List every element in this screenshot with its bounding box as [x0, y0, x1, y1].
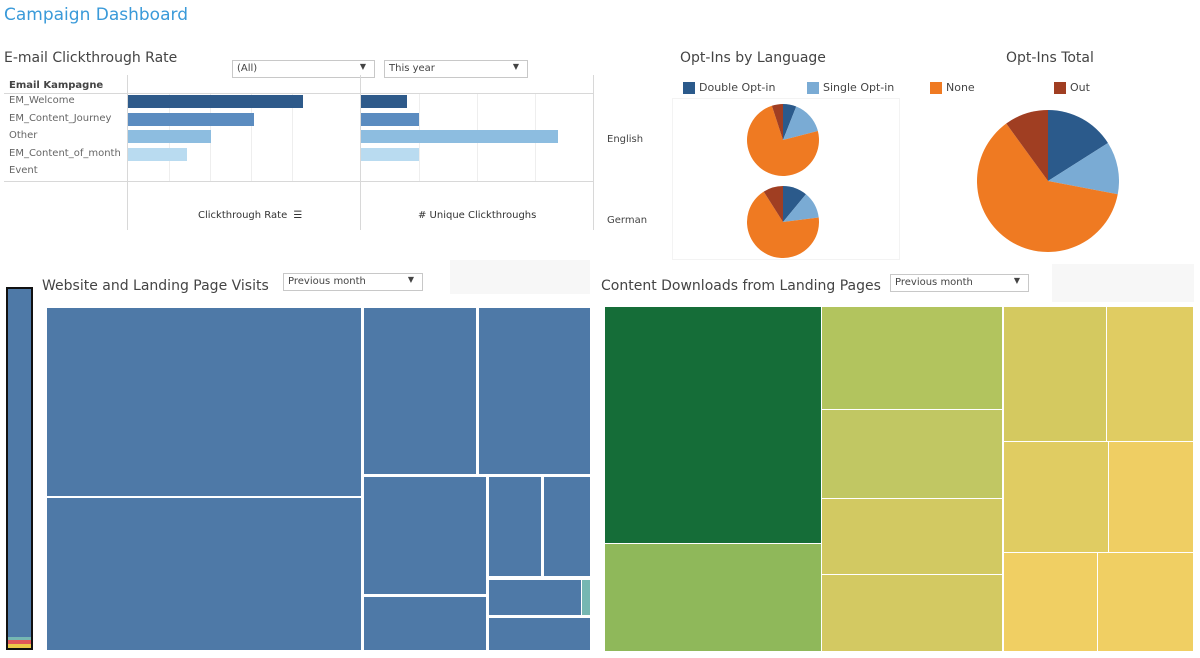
period-filter-value: This year	[389, 63, 435, 74]
clickthrough-rate-bar[interactable]	[128, 95, 304, 108]
downloads-title: Content Downloads from Landing Pages	[601, 278, 881, 294]
axis-divider	[4, 181, 594, 182]
downloads-period-dropdown[interactable]: Previous month ▼	[890, 274, 1029, 292]
legend-out[interactable]: Out	[1070, 81, 1090, 94]
optins-language-title: Opt-Ins by Language	[680, 50, 826, 66]
visits-treemap-cell[interactable]	[479, 308, 590, 474]
unique-clickthroughs-bar[interactable]	[361, 113, 419, 126]
legend-swatch-double	[683, 82, 695, 94]
chevron-down-icon: ▼	[1013, 276, 1020, 285]
visits-period-dropdown[interactable]: Previous month ▼	[283, 273, 423, 291]
downloads-treemap-cell[interactable]	[605, 544, 821, 651]
category-segment-yellow[interactable]	[8, 644, 31, 648]
campaign-row-label[interactable]: EM_Content_of_month	[9, 148, 121, 159]
blank-panel	[450, 260, 590, 294]
campaign-filter-dropdown[interactable]: (All) ▼	[232, 60, 375, 78]
unique-clickthroughs-bar[interactable]	[361, 148, 419, 161]
clickthrough-rate-axis-label[interactable]: Clickthrough Rate ☰	[198, 210, 302, 221]
downloads-treemap-cell[interactable]	[1107, 307, 1193, 441]
downloads-treemap-cell[interactable]	[822, 410, 1002, 498]
visits-treemap-cell[interactable]	[489, 618, 590, 650]
visits-treemap-cell[interactable]	[582, 580, 590, 615]
downloads-treemap-cell[interactable]	[822, 307, 1002, 409]
unique-clickthroughs-axis-label: # Unique Clickthroughs	[418, 210, 537, 221]
column-divider	[593, 75, 594, 230]
legend-none[interactable]: None	[946, 81, 975, 94]
axis-label-text: Clickthrough Rate	[198, 210, 288, 221]
visits-treemap-cell[interactable]	[489, 580, 581, 615]
dashboard-title: Campaign Dashboard	[4, 5, 188, 25]
campaign-filter-value: (All)	[237, 63, 258, 74]
visits-treemap-cell[interactable]	[489, 477, 541, 576]
visits-treemap-cell[interactable]	[364, 308, 476, 474]
legend-swatch-out	[1054, 82, 1066, 94]
email-ctr-title: E-mail Clickthrough Rate	[4, 50, 178, 66]
row-header: Email Kampagne	[9, 80, 104, 91]
period-filter-dropdown[interactable]: This year ▼	[384, 60, 528, 78]
campaign-row-label[interactable]: EM_Welcome	[9, 95, 75, 106]
unique-clickthroughs-bar[interactable]	[361, 95, 408, 108]
downloads-treemap-cell[interactable]	[1004, 442, 1108, 552]
visits-treemap-cell[interactable]	[364, 597, 486, 650]
clickthrough-rate-bar[interactable]	[128, 148, 188, 161]
legend-single-optin[interactable]: Single Opt-in	[823, 81, 894, 94]
blank-panel	[1052, 264, 1194, 302]
pie-german	[747, 186, 819, 258]
pie-total	[977, 110, 1119, 252]
downloads-treemap-cell[interactable]	[1109, 442, 1193, 552]
unique-clickthroughs-bar[interactable]	[361, 130, 559, 143]
visits-treemap-cell[interactable]	[544, 477, 590, 576]
legend-swatch-single	[807, 82, 819, 94]
visits-treemap-cell[interactable]	[47, 498, 361, 650]
header-divider	[4, 93, 594, 94]
visits-treemap-cell[interactable]	[47, 308, 361, 496]
legend-swatch-none	[930, 82, 942, 94]
pie-english	[747, 104, 819, 176]
legend-double-optin[interactable]: Double Opt-in	[699, 81, 775, 94]
downloads-treemap-cell[interactable]	[605, 307, 821, 543]
chevron-down-icon: ▼	[359, 62, 366, 71]
campaign-row-label[interactable]: EM_Content_Journey	[9, 113, 111, 124]
optins-total-title: Opt-Ins Total	[1006, 50, 1094, 66]
visits-category-selector[interactable]	[6, 287, 33, 650]
clickthrough-rate-bar[interactable]	[128, 113, 255, 126]
visits-title: Website and Landing Page Visits	[42, 278, 269, 294]
downloads-treemap-cell[interactable]	[1004, 307, 1106, 441]
campaign-row-label[interactable]: Event	[9, 165, 38, 176]
visits-period-value: Previous month	[288, 276, 366, 287]
visits-treemap-cell[interactable]	[364, 477, 486, 594]
downloads-treemap-cell[interactable]	[1098, 553, 1193, 651]
sort-descending-icon[interactable]: ☰	[293, 210, 302, 221]
downloads-treemap-cell[interactable]	[822, 575, 1002, 651]
clickthrough-rate-bar[interactable]	[128, 130, 212, 143]
language-label-german: German	[607, 215, 648, 226]
downloads-period-value: Previous month	[895, 277, 973, 288]
downloads-treemap-cell[interactable]	[1004, 553, 1097, 651]
campaign-row-label[interactable]: Other	[9, 130, 37, 141]
chevron-down-icon: ▼	[407, 275, 414, 284]
chevron-down-icon: ▼	[512, 62, 519, 71]
downloads-treemap-cell[interactable]	[822, 499, 1002, 574]
language-label-english: English	[607, 134, 644, 145]
